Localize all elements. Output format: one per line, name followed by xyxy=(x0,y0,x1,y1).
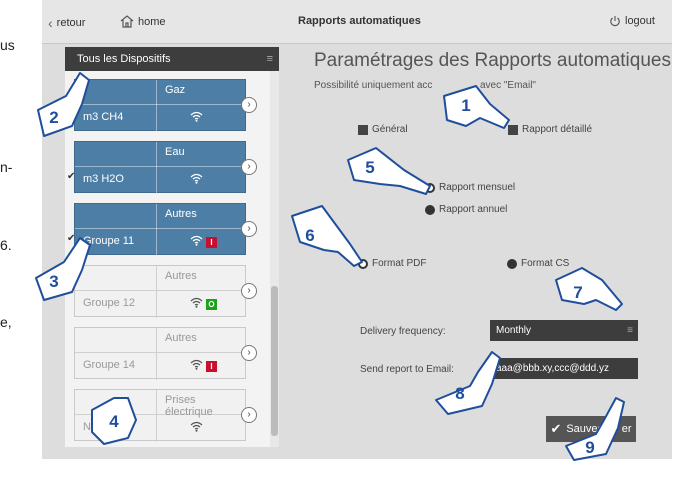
callout-number-2: 2 xyxy=(49,108,59,127)
callout-number-6: 6 xyxy=(305,226,315,245)
callout-number-5: 5 xyxy=(365,158,375,177)
callout-number-3: 3 xyxy=(49,272,59,291)
callout-number-7: 7 xyxy=(573,283,583,302)
callout-number-1: 1 xyxy=(461,96,471,115)
callout-number-8: 8 xyxy=(455,384,465,403)
callout-number-9: 9 xyxy=(585,438,595,457)
callout-number-4: 4 xyxy=(109,412,119,431)
screenshot: us n- 6. e, ‹ retour home Rapports autom… xyxy=(0,0,682,493)
